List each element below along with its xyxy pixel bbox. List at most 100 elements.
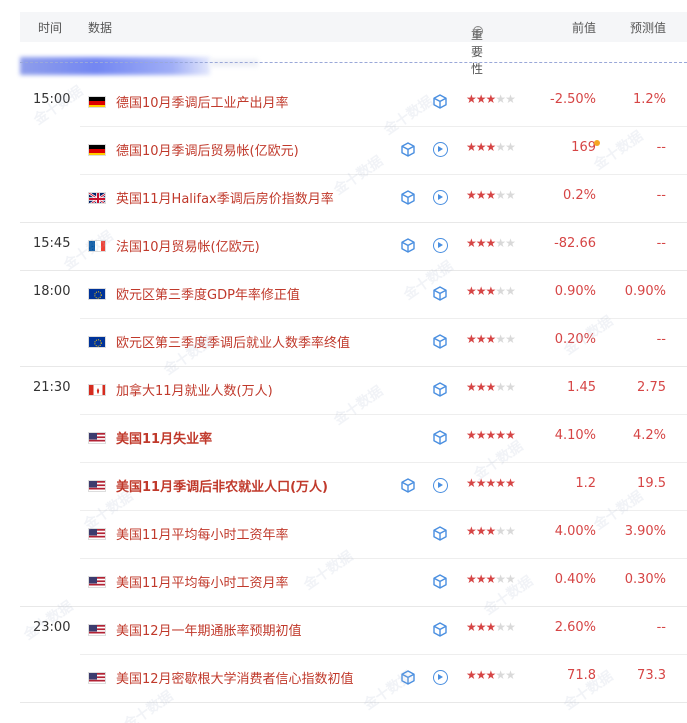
previous-value: 71.8 [567, 668, 596, 683]
star-filled-icon: ★ [475, 668, 487, 682]
event-row[interactable]: 15:00 德国10月季调后工业产出月率 ★★★★★ -2.50% 1.2% [0, 78, 687, 126]
event-name-link[interactable]: 美国12月一年期通胀率预期初值 [116, 620, 302, 639]
event-name-link[interactable]: 英国11月Halifax季调后房价指数月率 [116, 188, 334, 207]
event-name-link[interactable]: 美国11月季调后非农就业人口(万人) [116, 476, 328, 495]
event-name-link[interactable]: 美国11月失业率 [116, 428, 212, 447]
play-video-icon[interactable] [433, 670, 448, 685]
star-filled-icon: ★ [485, 236, 497, 250]
info-icon[interactable]: i [473, 26, 483, 36]
star-filled-icon: ★ [475, 524, 487, 538]
star-filled-icon: ★ [485, 92, 497, 106]
star-filled-icon: ★ [485, 332, 497, 346]
cube-icon[interactable] [433, 526, 447, 541]
star-filled-icon: ★ [466, 140, 477, 154]
blurred-banner-tail [210, 59, 258, 67]
forecast-value: -- [656, 188, 666, 203]
event-name-link[interactable]: 法国10月贸易帐(亿欧元) [116, 236, 260, 255]
play-video-icon[interactable] [433, 478, 448, 493]
event-row[interactable]: 美国11月平均每小时工资年率 ★★★★★ 4.00% 3.90% [0, 510, 687, 558]
header-previous: 前值 [572, 21, 597, 35]
cube-icon[interactable] [401, 142, 415, 157]
forecast-value: 0.90% [624, 284, 666, 299]
row-divider [20, 702, 687, 703]
star-filled-icon: ★ [485, 284, 497, 298]
table-header: 时间 数据 重要性 i 前值 预测值 [20, 12, 687, 76]
event-row[interactable]: 18:00 欧元区第三季度GDP年率修正值 ★★★★★ 0.90% 0.90% [0, 270, 687, 318]
cube-icon[interactable] [433, 574, 447, 589]
cube-icon[interactable] [401, 238, 415, 253]
forecast-value: 19.5 [637, 476, 666, 491]
star-empty-icon: ★ [495, 92, 506, 106]
event-row[interactable]: 23:00 美国12月一年期通胀率预期初值 ★★★★★ 2.60% -- [0, 606, 687, 654]
event-row[interactable]: 美国11月失业率 ★★★★★ 4.10% 4.2% [0, 414, 687, 462]
star-empty-icon: ★ [505, 92, 516, 106]
cube-icon[interactable] [433, 430, 447, 445]
star-empty-icon: ★ [495, 524, 506, 538]
star-empty-icon: ★ [505, 524, 516, 538]
event-row[interactable]: 美国12月密歇根大学消费者信心指数初值 ★★★★★ 71.8 73.3 [0, 654, 687, 702]
star-filled-icon: ★ [485, 476, 497, 490]
star-filled-icon: ★ [466, 476, 477, 490]
star-filled-icon: ★ [466, 428, 477, 442]
blurred-banner [20, 57, 210, 75]
importance-stars: ★★★★★ [466, 332, 516, 346]
forecast-value: 3.90% [624, 524, 666, 539]
cube-icon[interactable] [433, 334, 447, 349]
event-row[interactable]: 21:30 加拿大11月就业人数(万人) ★★★★★ 1.45 2.75 [0, 366, 687, 414]
star-empty-icon: ★ [505, 332, 516, 346]
star-empty-icon: ★ [495, 620, 506, 634]
star-filled-icon: ★ [505, 428, 516, 442]
previous-value: 2.60% [554, 620, 596, 635]
cube-icon[interactable] [401, 190, 415, 205]
star-empty-icon: ★ [495, 380, 506, 394]
event-name-link[interactable]: 德国10月季调后工业产出月率 [116, 92, 289, 111]
importance-stars: ★★★★★ [466, 476, 516, 490]
previous-value: -82.66 [554, 236, 596, 251]
play-video-icon[interactable] [433, 190, 448, 205]
star-empty-icon: ★ [495, 668, 506, 682]
cube-icon[interactable] [433, 622, 447, 637]
star-filled-icon: ★ [475, 380, 487, 394]
flag-icon-ca [88, 384, 106, 396]
play-video-icon[interactable] [433, 238, 448, 253]
flag-icon-eu [88, 336, 106, 348]
event-row[interactable]: 15:45 法国10月贸易帐(亿欧元) ★★★★★ -82.66 -- [0, 222, 687, 270]
importance-stars: ★★★★★ [466, 620, 516, 634]
star-filled-icon: ★ [485, 140, 497, 154]
cube-icon[interactable] [433, 382, 447, 397]
star-filled-icon: ★ [466, 524, 477, 538]
previous-value: -2.50% [550, 92, 596, 107]
event-row[interactable]: 英国11月Halifax季调后房价指数月率 ★★★★★ 0.2% -- [0, 174, 687, 222]
play-video-icon[interactable] [433, 142, 448, 157]
event-row[interactable]: 德国10月季调后贸易帐(亿欧元) ★★★★★ 169 -- [0, 126, 687, 174]
cube-icon[interactable] [433, 286, 447, 301]
star-filled-icon: ★ [485, 572, 497, 586]
star-empty-icon: ★ [505, 668, 516, 682]
event-name-link[interactable]: 美国12月密歇根大学消费者信心指数初值 [116, 668, 354, 687]
previous-value: 1.45 [567, 380, 596, 395]
cube-icon[interactable] [401, 478, 415, 493]
event-row[interactable]: 美国11月季调后非农就业人口(万人) ★★★★★ 1.2 19.5 [0, 462, 687, 510]
previous-value: 0.40% [554, 572, 596, 587]
cube-icon[interactable] [433, 94, 447, 109]
star-empty-icon: ★ [505, 572, 516, 586]
star-filled-icon: ★ [485, 188, 497, 202]
event-name-link[interactable]: 欧元区第三季度GDP年率修正值 [116, 284, 300, 303]
flag-icon-us [88, 624, 106, 636]
event-name-link[interactable]: 欧元区第三季度季调后就业人数季率终值 [116, 332, 350, 351]
importance-stars: ★★★★★ [466, 524, 516, 538]
event-name-link[interactable]: 美国11月平均每小时工资月率 [116, 572, 289, 591]
header-forecast: 预测值 [630, 21, 667, 35]
event-time: 18:00 [33, 284, 71, 299]
cube-icon[interactable] [401, 670, 415, 685]
event-name-link[interactable]: 德国10月季调后贸易帐(亿欧元) [116, 140, 299, 159]
event-row[interactable]: 欧元区第三季度季调后就业人数季率终值 ★★★★★ 0.20% -- [0, 318, 687, 366]
event-name-link[interactable]: 美国11月平均每小时工资年率 [116, 524, 289, 543]
star-empty-icon: ★ [505, 620, 516, 634]
flag-icon-us [88, 576, 106, 588]
star-empty-icon: ★ [495, 572, 506, 586]
previous-value: 4.10% [554, 428, 596, 443]
event-name-link[interactable]: 加拿大11月就业人数(万人) [116, 380, 273, 399]
previous-value: 1.2 [575, 476, 596, 491]
event-row[interactable]: 美国11月平均每小时工资月率 ★★★★★ 0.40% 0.30% [0, 558, 687, 606]
